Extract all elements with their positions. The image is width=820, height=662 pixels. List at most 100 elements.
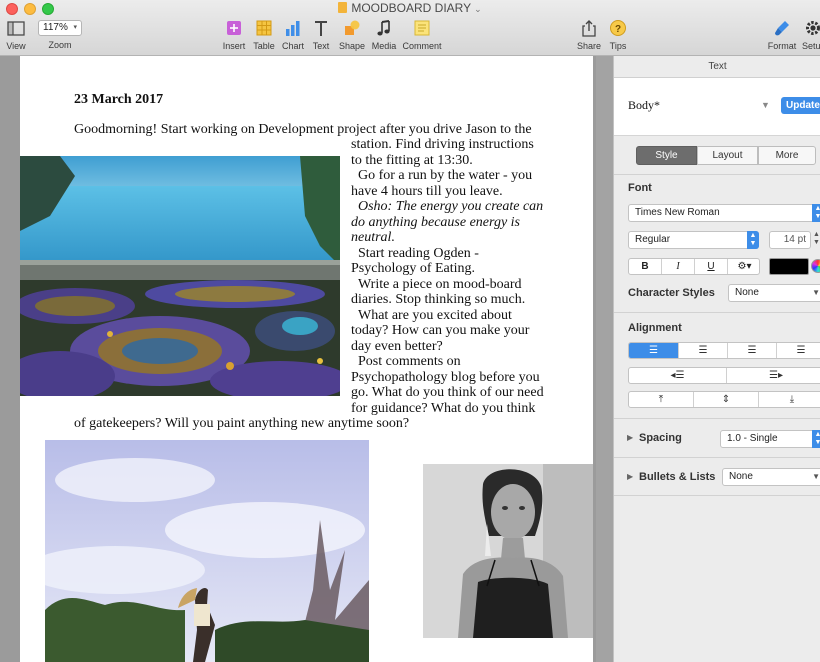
gear-icon [806, 21, 820, 35]
text-line[interactable]: diaries. Stop thinking so much. [351, 292, 525, 308]
text-line[interactable]: have 4 hours till you leave. [351, 184, 503, 200]
align-left-icon[interactable]: ☰ [629, 343, 678, 358]
view-button[interactable]: View [2, 19, 30, 51]
chevron-down-icon: ⌄ [474, 4, 482, 14]
zoom-value: 117% [43, 22, 68, 33]
text-line[interactable]: go. What do you think of our need [351, 385, 544, 401]
font-style-buttons: B I U ⚙▾ [628, 258, 760, 275]
format-button[interactable]: Format [764, 19, 800, 51]
tips-button[interactable]: ? Tips [606, 19, 630, 51]
spacing-select[interactable]: 1.0 - Single ▲ ▼ [720, 430, 820, 448]
text-line[interactable]: Psychology of Eating. [351, 261, 475, 277]
alignment-buttons: ☰ ☰ ☰ ☰ [628, 342, 820, 359]
tab-layout[interactable]: Layout [697, 146, 758, 165]
align-bottom-icon[interactable]: ⤓ [759, 392, 820, 407]
text-line[interactable]: Goodmorning! Start working on Developmen… [74, 122, 532, 138]
table-button[interactable]: Table [251, 19, 277, 51]
disclosure-triangle-icon[interactable]: ▶ [627, 433, 633, 442]
sky-woman-photo[interactable] [45, 440, 369, 662]
spacing-section-label[interactable]: Spacing [639, 432, 682, 444]
character-styles-select[interactable]: None ▼ [728, 284, 820, 302]
text-line[interactable]: for guidance? What do you think [351, 401, 535, 417]
text-color-well[interactable] [769, 258, 809, 275]
bullets-lists-value: None [729, 471, 753, 482]
portrait-photo[interactable] [423, 464, 593, 638]
chart-button[interactable]: Chart [279, 19, 307, 51]
text-line[interactable]: Psychopathology blog before you [351, 370, 540, 386]
document-canvas[interactable]: 23 March 2017 Goodmorning! Start working… [0, 56, 613, 662]
align-center-icon[interactable]: ☰ [678, 343, 727, 358]
bold-button[interactable]: B [629, 259, 662, 274]
insert-button[interactable]: Insert [220, 19, 248, 51]
format-label: Format [767, 41, 797, 51]
text-line[interactable]: Write a piece on mood-board [358, 277, 521, 293]
window-title-text: MOODBOARD DIARY [351, 1, 472, 15]
chevron-down-icon: ▼ [812, 288, 820, 297]
align-right-icon[interactable]: ☰ [727, 343, 776, 358]
document-page[interactable]: 23 March 2017 Goodmorning! Start working… [20, 56, 593, 662]
paragraph-style-name[interactable]: Body* [628, 98, 660, 113]
quote-line[interactable]: Osho: The energy you create can [358, 199, 543, 215]
advanced-options-gear-icon[interactable]: ⚙▾ [728, 259, 761, 274]
sky-woman-photo-image [45, 440, 369, 662]
chevron-down-icon: ▼ [812, 472, 820, 481]
text-label: Text [312, 41, 330, 51]
font-family-value: Times New Roman [635, 207, 720, 218]
italic-button[interactable]: I [662, 259, 695, 274]
divider [614, 495, 820, 496]
view-label: View [6, 41, 26, 51]
text-line[interactable]: Go for a run by the water - you [358, 168, 532, 184]
zoom-control[interactable]: 117% ▾ Zoom [36, 18, 84, 50]
align-justify-icon[interactable]: ☰ [776, 343, 820, 358]
font-size-stepper[interactable]: ▲ ▼ [813, 231, 820, 247]
sidebar-header[interactable]: Text [614, 56, 820, 78]
diary-date[interactable]: 23 March 2017 [74, 92, 163, 108]
media-label: Media [371, 41, 397, 51]
garden-photo[interactable] [20, 156, 340, 396]
update-style-button[interactable]: Update [781, 97, 820, 114]
music-note-icon [377, 20, 390, 36]
table-icon [256, 20, 272, 36]
increase-indent-icon[interactable]: ☰▸ [727, 368, 820, 383]
quote-line[interactable]: neutral. [351, 230, 395, 246]
bullets-lists-select[interactable]: None ▼ [722, 468, 820, 486]
color-wheel-icon[interactable] [811, 259, 820, 273]
shape-label: Shape [338, 41, 366, 51]
text-line[interactable]: of gatekeepers? Will you paint anything … [74, 416, 409, 432]
align-top-icon[interactable]: ⤒ [629, 392, 694, 407]
text-line[interactable]: day even better? [351, 339, 443, 355]
tab-more[interactable]: More [758, 146, 816, 165]
table-label: Table [253, 41, 275, 51]
font-family-select[interactable]: Times New Roman ▲ ▼ [628, 204, 820, 222]
font-size-field[interactable]: 14 pt [769, 231, 811, 249]
vertical-alignment-buttons: ⤒ ⇕ ⤓ [628, 391, 820, 408]
text-line[interactable]: What are you excited about [358, 308, 512, 324]
setup-button[interactable]: Setu [802, 19, 820, 51]
media-button[interactable]: Media [370, 19, 398, 51]
underline-button[interactable]: U [695, 259, 728, 274]
disclosure-triangle-icon[interactable]: ▶ [627, 472, 633, 481]
share-button[interactable]: Share [576, 19, 602, 51]
window-title[interactable]: MOODBOARD DIARY ⌄ [0, 0, 820, 17]
font-typeface-select[interactable]: Regular ▲ ▼ [628, 231, 759, 249]
text-line[interactable]: Post comments on [358, 354, 461, 370]
chevron-down-icon[interactable]: ▼ [761, 100, 770, 110]
shape-button[interactable]: Shape [338, 19, 366, 51]
divider [614, 174, 820, 175]
text-line[interactable]: today? How can you make your [351, 323, 529, 339]
zoom-select[interactable]: 117% ▾ [38, 20, 82, 36]
text-line[interactable]: station. Find driving instructions [351, 137, 534, 153]
quote-line[interactable]: do anything because energy is [351, 215, 520, 231]
text-line[interactable]: Start reading Ogden - [358, 246, 479, 262]
tab-style[interactable]: Style [636, 146, 697, 165]
garden-photo-image [20, 156, 340, 396]
text-line[interactable]: to the fitting at 13:30. [351, 153, 473, 169]
bullets-lists-label[interactable]: Bullets & Lists [639, 471, 715, 483]
view-icon [7, 21, 25, 36]
canvas-scroll-area[interactable] [596, 56, 613, 662]
comment-button[interactable]: Comment [402, 19, 442, 51]
share-icon [582, 20, 596, 37]
decrease-indent-icon[interactable]: ◂☰ [629, 368, 727, 383]
text-button[interactable]: Text [310, 19, 332, 51]
align-middle-icon[interactable]: ⇕ [694, 392, 759, 407]
